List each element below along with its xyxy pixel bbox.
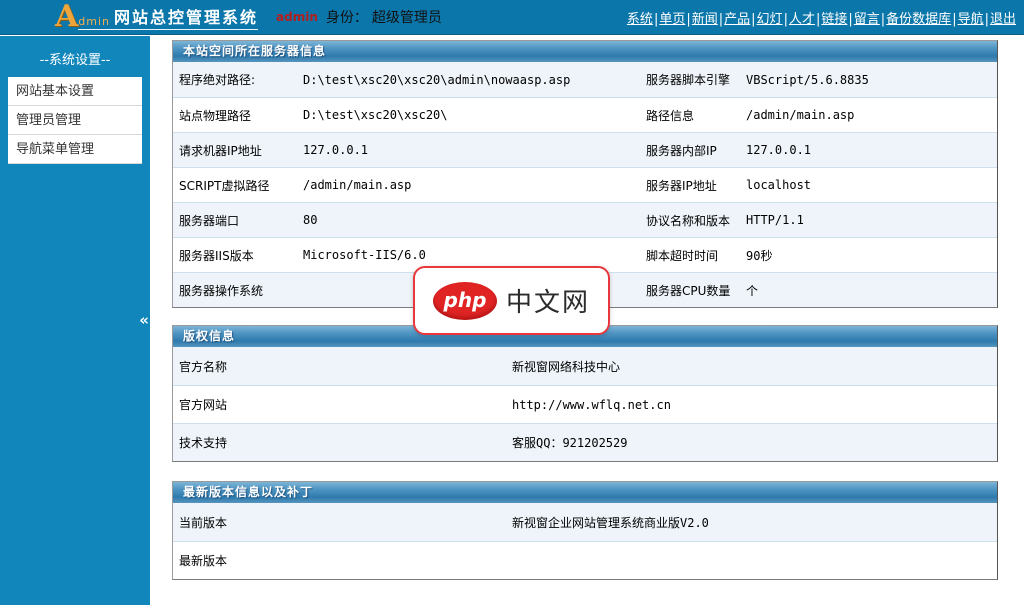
table-row: 官方名称新视窗网络科技中心 <box>173 347 997 385</box>
table-row: 程序绝对路径:D:\test\xsc20\xsc20\admin\nowaasp… <box>173 62 997 97</box>
row-value: 客服QQ：921202529 <box>506 434 997 451</box>
nav-separator: | <box>952 12 956 27</box>
row-label: SCRIPT虚拟路径 <box>173 177 297 194</box>
nav-separator: | <box>985 12 989 27</box>
row-label: 服务器操作系统 <box>173 282 297 299</box>
top-nav-link-0[interactable]: 系统 <box>627 12 653 27</box>
app-title: 网站总控管理系统 <box>114 4 258 28</box>
top-nav-link-3[interactable]: 产品 <box>724 12 750 27</box>
sidebar-collapse-icon[interactable]: « <box>139 313 149 327</box>
top-nav: 系统|单页|新闻|产品|幻灯|人才|链接|留言|备份数据库|导航|退出 <box>627 8 1016 27</box>
row-label: 服务器IP地址 <box>640 177 740 194</box>
sidebar: --系统设置-- 网站基本设置管理员管理导航菜单管理 « <box>0 36 150 605</box>
table-row: 站点物理路径D:\test\xsc20\xsc20\路径信息/admin/mai… <box>173 97 997 132</box>
row-value: /admin/main.asp <box>297 178 640 192</box>
app-logo: A dmin 网站总控管理系统 <box>55 4 258 30</box>
section-title: 本站空间所在服务器信息 <box>173 41 997 62</box>
nav-separator: | <box>654 12 658 27</box>
logo-letter-a: A <box>55 4 78 30</box>
row-value: 新视窗网络科技中心 <box>506 358 997 375</box>
nav-separator: | <box>784 12 788 27</box>
top-nav-link-9[interactable]: 导航 <box>958 12 984 27</box>
sidebar-section-title: --系统设置-- <box>0 36 150 77</box>
identity-value: 超级管理员 <box>372 7 442 27</box>
row-value: Microsoft-IIS/6.0 <box>297 248 640 262</box>
php-logo-icon: php <box>433 282 497 320</box>
section-1: 版权信息官方名称新视窗网络科技中心官方网站http://www.wflq.net… <box>172 325 998 462</box>
row-label: 服务器端口 <box>173 212 297 229</box>
watermark-text: 中文网 <box>506 282 590 319</box>
php-logo-text: php <box>444 290 487 312</box>
row-value: http://www.wflq.net.cn <box>506 398 997 412</box>
sidebar-menu: 网站基本设置管理员管理导航菜单管理 <box>8 77 142 164</box>
row-value: /admin/main.asp <box>740 108 997 122</box>
nav-separator: | <box>816 12 820 27</box>
row-label: 官方网站 <box>173 396 506 413</box>
sidebar-item-0[interactable]: 网站基本设置 <box>8 77 142 106</box>
row-label: 当前版本 <box>173 514 506 531</box>
nav-separator: | <box>881 12 885 27</box>
nav-separator: | <box>686 12 690 27</box>
php-cn-watermark: php 中文网 <box>413 266 610 335</box>
row-value: VBScript/5.6.8835 <box>740 73 997 87</box>
row-label: 服务器脚本引擎 <box>640 71 740 88</box>
row-label: 脚本超时时间 <box>640 247 740 264</box>
nav-separator: | <box>848 12 852 27</box>
row-label: 官方名称 <box>173 358 506 375</box>
section-title: 最新版本信息以及补丁 <box>173 482 997 503</box>
row-label: 服务器内部IP <box>640 142 740 159</box>
current-username: admin <box>276 10 318 24</box>
row-label: 协议名称和版本 <box>640 212 740 229</box>
table-row: 服务器端口80协议名称和版本HTTP/1.1 <box>173 202 997 237</box>
row-value: localhost <box>740 178 997 192</box>
row-value: HTTP/1.1 <box>740 213 997 227</box>
top-nav-link-7[interactable]: 留言 <box>854 12 880 27</box>
row-value: 127.0.0.1 <box>297 143 640 157</box>
sidebar-item-1[interactable]: 管理员管理 <box>8 106 142 135</box>
top-bar: A dmin 网站总控管理系统 admin 身份： 超级管理员 系统|单页|新闻… <box>0 0 1024 35</box>
top-nav-link-8[interactable]: 备份数据库 <box>886 12 951 27</box>
row-label: 程序绝对路径: <box>173 71 297 88</box>
row-label: 请求机器IP地址 <box>173 142 297 159</box>
row-value: 新视窗企业网站管理系统商业版V2.0 <box>506 514 997 531</box>
top-nav-link-6[interactable]: 链接 <box>821 12 847 27</box>
row-label: 站点物理路径 <box>173 107 297 124</box>
table-row: 技术支持客服QQ：921202529 <box>173 423 997 461</box>
identity-label: 身份： <box>326 7 368 27</box>
row-value: 80 <box>297 213 640 227</box>
user-info: admin 身份： 超级管理员 <box>276 7 442 27</box>
sidebar-item-2[interactable]: 导航菜单管理 <box>8 135 142 164</box>
section-2: 最新版本信息以及补丁当前版本新视窗企业网站管理系统商业版V2.0最新版本 <box>172 481 998 580</box>
row-value: D:\test\xsc20\xsc20\admin\nowaasp.asp <box>297 73 640 87</box>
nav-separator: | <box>719 12 723 27</box>
top-nav-link-2[interactable]: 新闻 <box>692 12 718 27</box>
row-value: 个 <box>740 282 997 299</box>
table-row: SCRIPT虚拟路径/admin/main.asp服务器IP地址localhos… <box>173 167 997 202</box>
row-label: 路径信息 <box>640 107 740 124</box>
row-value: 127.0.0.1 <box>740 143 997 157</box>
top-nav-link-1[interactable]: 单页 <box>659 12 685 27</box>
row-label: 服务器CPU数量 <box>640 282 740 299</box>
table-row: 请求机器IP地址127.0.0.1服务器内部IP127.0.0.1 <box>173 132 997 167</box>
table-row: 最新版本 <box>173 541 997 579</box>
top-nav-link-5[interactable]: 人才 <box>789 12 815 27</box>
row-label: 技术支持 <box>173 434 506 451</box>
top-nav-link-4[interactable]: 幻灯 <box>757 12 783 27</box>
nav-separator: | <box>751 12 755 27</box>
row-value: D:\test\xsc20\xsc20\ <box>297 108 640 122</box>
top-nav-link-10[interactable]: 退出 <box>990 12 1016 27</box>
row-label: 服务器IIS版本 <box>173 247 297 264</box>
logo-dmin-text: dmin <box>78 15 110 28</box>
row-label: 最新版本 <box>173 552 506 569</box>
table-row: 当前版本新视窗企业网站管理系统商业版V2.0 <box>173 503 997 541</box>
table-row: 官方网站http://www.wflq.net.cn <box>173 385 997 423</box>
row-value: 90秒 <box>740 247 997 264</box>
